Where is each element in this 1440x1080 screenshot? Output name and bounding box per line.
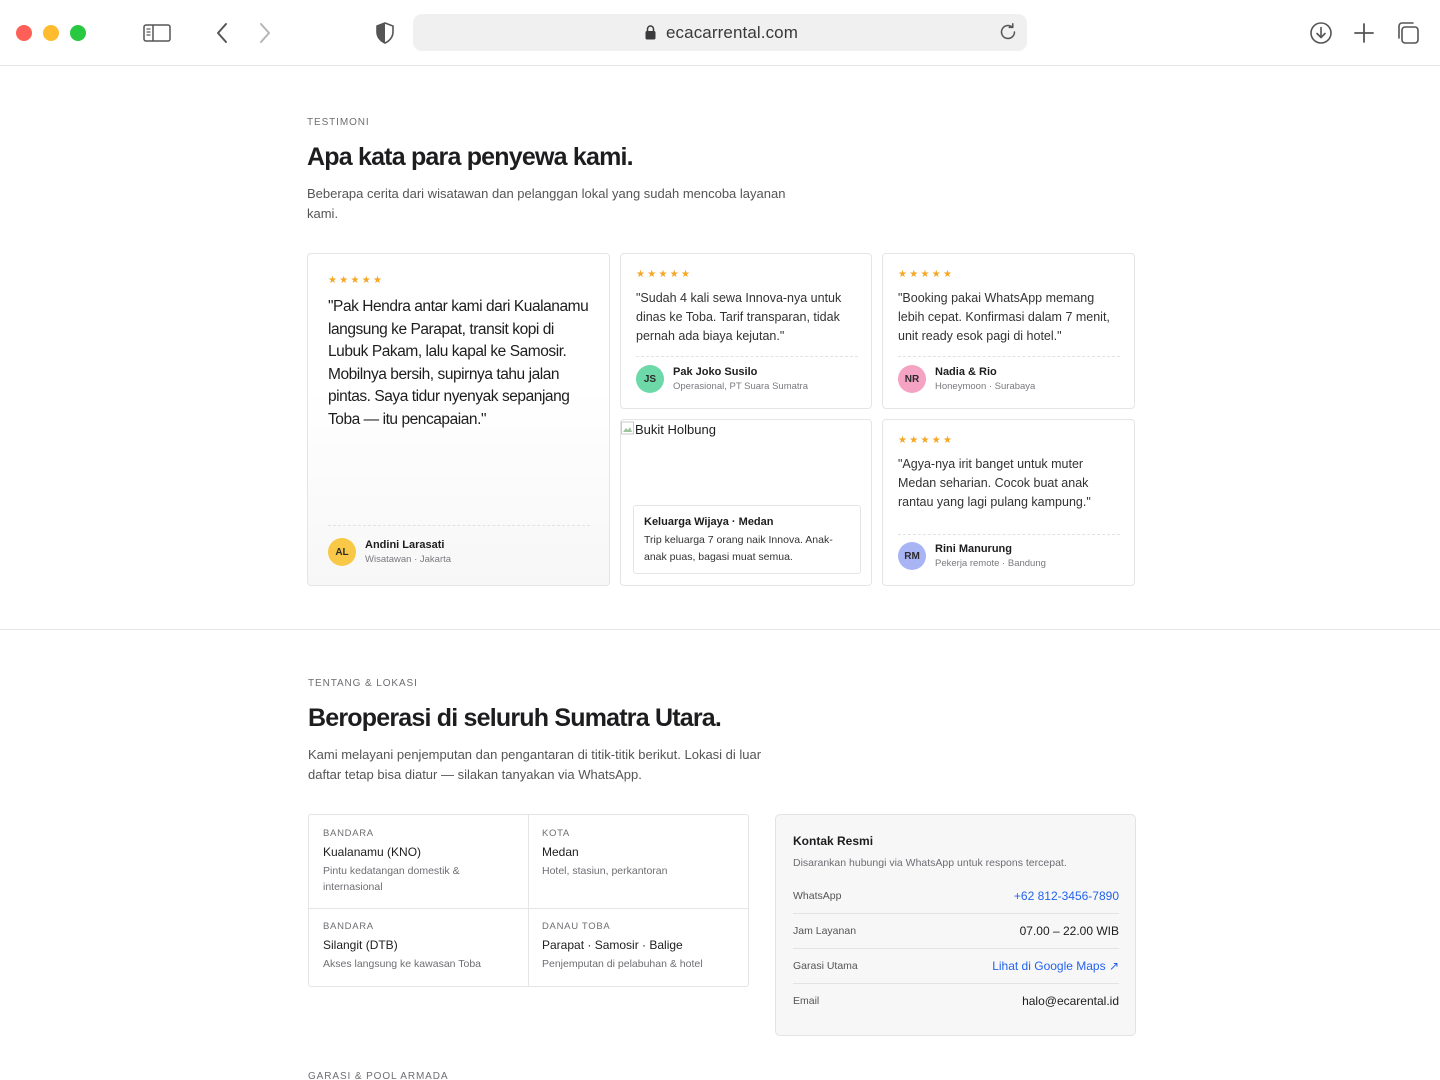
about-eyebrow: TENTANG & LOKASI: [308, 678, 418, 689]
caption-title: Keluarga Wijaya · Medan: [644, 516, 774, 528]
contact-title: Kontak Resmi: [793, 834, 874, 848]
about-lead: Kami melayani penjemputan dan pengantara…: [308, 747, 762, 782]
rating-stars: ★★★★★: [898, 269, 955, 280]
contact-row-whatsapp: WhatsApp +62 812-3456-7890: [793, 878, 1119, 913]
close-window-button[interactable]: [16, 25, 32, 41]
location-type: BANDARA: [323, 828, 374, 839]
location-item: BANDARA Silangit (DTB) Akses langsung ke…: [309, 908, 528, 985]
contact-row-email: Email halo@ecarental.id: [793, 983, 1119, 1018]
contact-label: Jam Layanan: [793, 924, 857, 937]
testimonial-quote: "Agya-nya irit banget untuk muter Medan …: [898, 457, 1091, 509]
author-role: Operasional, PT Suara Sumatra: [673, 381, 809, 392]
location-desc: Pintu kedatangan domestik & internasiona…: [323, 865, 460, 893]
testimonial-card: ★★★★★ "Booking pakai WhatsApp memang leb…: [882, 253, 1135, 409]
locations-grid: BANDARA Kualanamu (KNO) Pintu kedatangan…: [308, 814, 749, 987]
contact-label: Garasi Utama: [793, 959, 858, 972]
location-type: KOTA: [542, 828, 570, 839]
section-divider: [0, 629, 1440, 630]
author-name: Rini Manurung: [935, 543, 1012, 555]
avatar: AL: [328, 538, 356, 566]
testimonial-quote: "Sudah 4 kali sewa Innova-nya untuk dina…: [636, 291, 842, 343]
contact-label: Email: [793, 994, 820, 1007]
lock-icon: [645, 25, 656, 45]
avatar: RM: [898, 542, 926, 570]
avatar: JS: [636, 365, 664, 393]
fleet-garage-eyebrow: GARASI & POOL ARMADA: [308, 1071, 449, 1080]
photo-image: Bukit Holbung: [621, 420, 716, 437]
location-name: Medan: [542, 845, 579, 859]
hours-value: 07.00 – 22.00 WIB: [1019, 923, 1119, 938]
sidebar-toggle-icon[interactable]: [142, 18, 172, 48]
contact-row-hours: Jam Layanan 07.00 – 22.00 WIB: [793, 913, 1119, 948]
photo-testimonial-card: Bukit Holbung Keluarga Wijaya · Medan Tr…: [620, 419, 872, 586]
location-name: Silangit (DTB): [323, 938, 398, 952]
testimonial-quote: "Booking pakai WhatsApp memang lebih cep…: [898, 291, 1110, 343]
rating-stars: ★★★★★: [328, 275, 385, 286]
contact-row-garage: Garasi Utama Lihat di Google Maps ↗: [793, 948, 1119, 983]
photo-caption-card: Keluarga Wijaya · Medan Trip keluarga 7 …: [633, 505, 861, 574]
privacy-shield-icon[interactable]: [370, 18, 400, 48]
location-item: DANAU TOBA Parapat · Samosir · Balige Pe…: [528, 908, 748, 985]
photo-alt-text: Bukit Holbung: [635, 422, 716, 437]
author-role: Pekerja remote · Bandung: [935, 558, 1046, 569]
new-tab-icon[interactable]: [1349, 18, 1379, 48]
url-text: ecacarrental.com: [666, 23, 798, 42]
author-name: Pak Joko Susilo: [673, 366, 758, 378]
testimonial-author: RM Rini Manurung Pekerja remote · Bandun…: [898, 542, 1046, 570]
rating-stars: ★★★★★: [636, 269, 693, 280]
location-desc: Hotel, stasiun, perkantoran: [542, 865, 668, 877]
address-bar[interactable]: ecacarrental.com: [413, 14, 1027, 51]
location-desc: Akses langsung ke kawasan Toba: [323, 958, 481, 970]
testimonial-card: ★★★★★ "Sudah 4 kali sewa Innova-nya untu…: [620, 253, 872, 409]
contact-card: Kontak Resmi Disarankan hubungi via What…: [775, 814, 1136, 1036]
avatar: NR: [898, 365, 926, 393]
location-name: Kualanamu (KNO): [323, 845, 422, 859]
testimonial-author: NR Nadia & Rio Honeymoon · Surabaya: [898, 365, 1035, 393]
caption-text: Trip keluarga 7 orang naik Innova. Anak-…: [644, 534, 833, 563]
browser-toolbar: ecacarrental.com: [0, 0, 1440, 66]
tab-overview-icon[interactable]: [1393, 18, 1423, 48]
location-item: KOTA Medan Hotel, stasiun, perkantoran: [528, 815, 748, 892]
testimonials-title: Apa kata para penyewa kami.: [307, 143, 634, 171]
location-desc: Penjemputan di pelabuhan & hotel: [542, 958, 703, 970]
author-role: Wisatawan · Jakarta: [365, 554, 452, 565]
reload-icon[interactable]: [997, 21, 1019, 48]
testimonial-quote: "Pak Hendra antar kami dari Kualanamu la…: [328, 298, 589, 428]
whatsapp-link[interactable]: +62 812-3456-7890: [1014, 889, 1119, 903]
contact-subtitle: Disarankan hubungi via WhatsApp untuk re…: [793, 857, 1067, 869]
about-title: Beroperasi di seluruh Sumatra Utara.: [308, 704, 722, 732]
minimize-window-button[interactable]: [43, 25, 59, 41]
email-value[interactable]: halo@ecarental.id: [1022, 994, 1119, 1008]
location-type: BANDARA: [323, 921, 374, 932]
author-name: Nadia & Rio: [935, 366, 997, 378]
broken-image-icon: [621, 421, 634, 435]
contact-label: WhatsApp: [793, 889, 842, 902]
testimonial-author: JS Pak Joko Susilo Operasional, PT Suara…: [636, 365, 808, 393]
testimonial-author: AL Andini Larasati Wisatawan · Jakarta: [328, 538, 451, 566]
location-type: DANAU TOBA: [542, 921, 611, 932]
testimonials-lead: Beberapa cerita dari wisatawan dan pelan…: [307, 186, 786, 221]
testimonials-eyebrow: TESTIMONI: [307, 117, 370, 128]
author-name: Andini Larasati: [365, 539, 445, 551]
downloads-icon[interactable]: [1306, 18, 1336, 48]
author-role: Honeymoon · Surabaya: [935, 381, 1036, 392]
location-item: BANDARA Kualanamu (KNO) Pintu kedatangan…: [309, 815, 528, 908]
location-name: Parapat · Samosir · Balige: [542, 938, 683, 952]
rating-stars: ★★★★★: [898, 435, 955, 446]
zoom-window-button[interactable]: [70, 25, 86, 41]
back-icon[interactable]: [207, 18, 237, 48]
testimonial-card: ★★★★★ "Agya-nya irit banget untuk muter …: [882, 419, 1135, 586]
forward-icon[interactable]: [250, 18, 280, 48]
google-maps-link[interactable]: Lihat di Google Maps ↗: [992, 959, 1119, 973]
testimonial-card-featured: ★★★★★ "Pak Hendra antar kami dari Kualan…: [307, 253, 610, 586]
